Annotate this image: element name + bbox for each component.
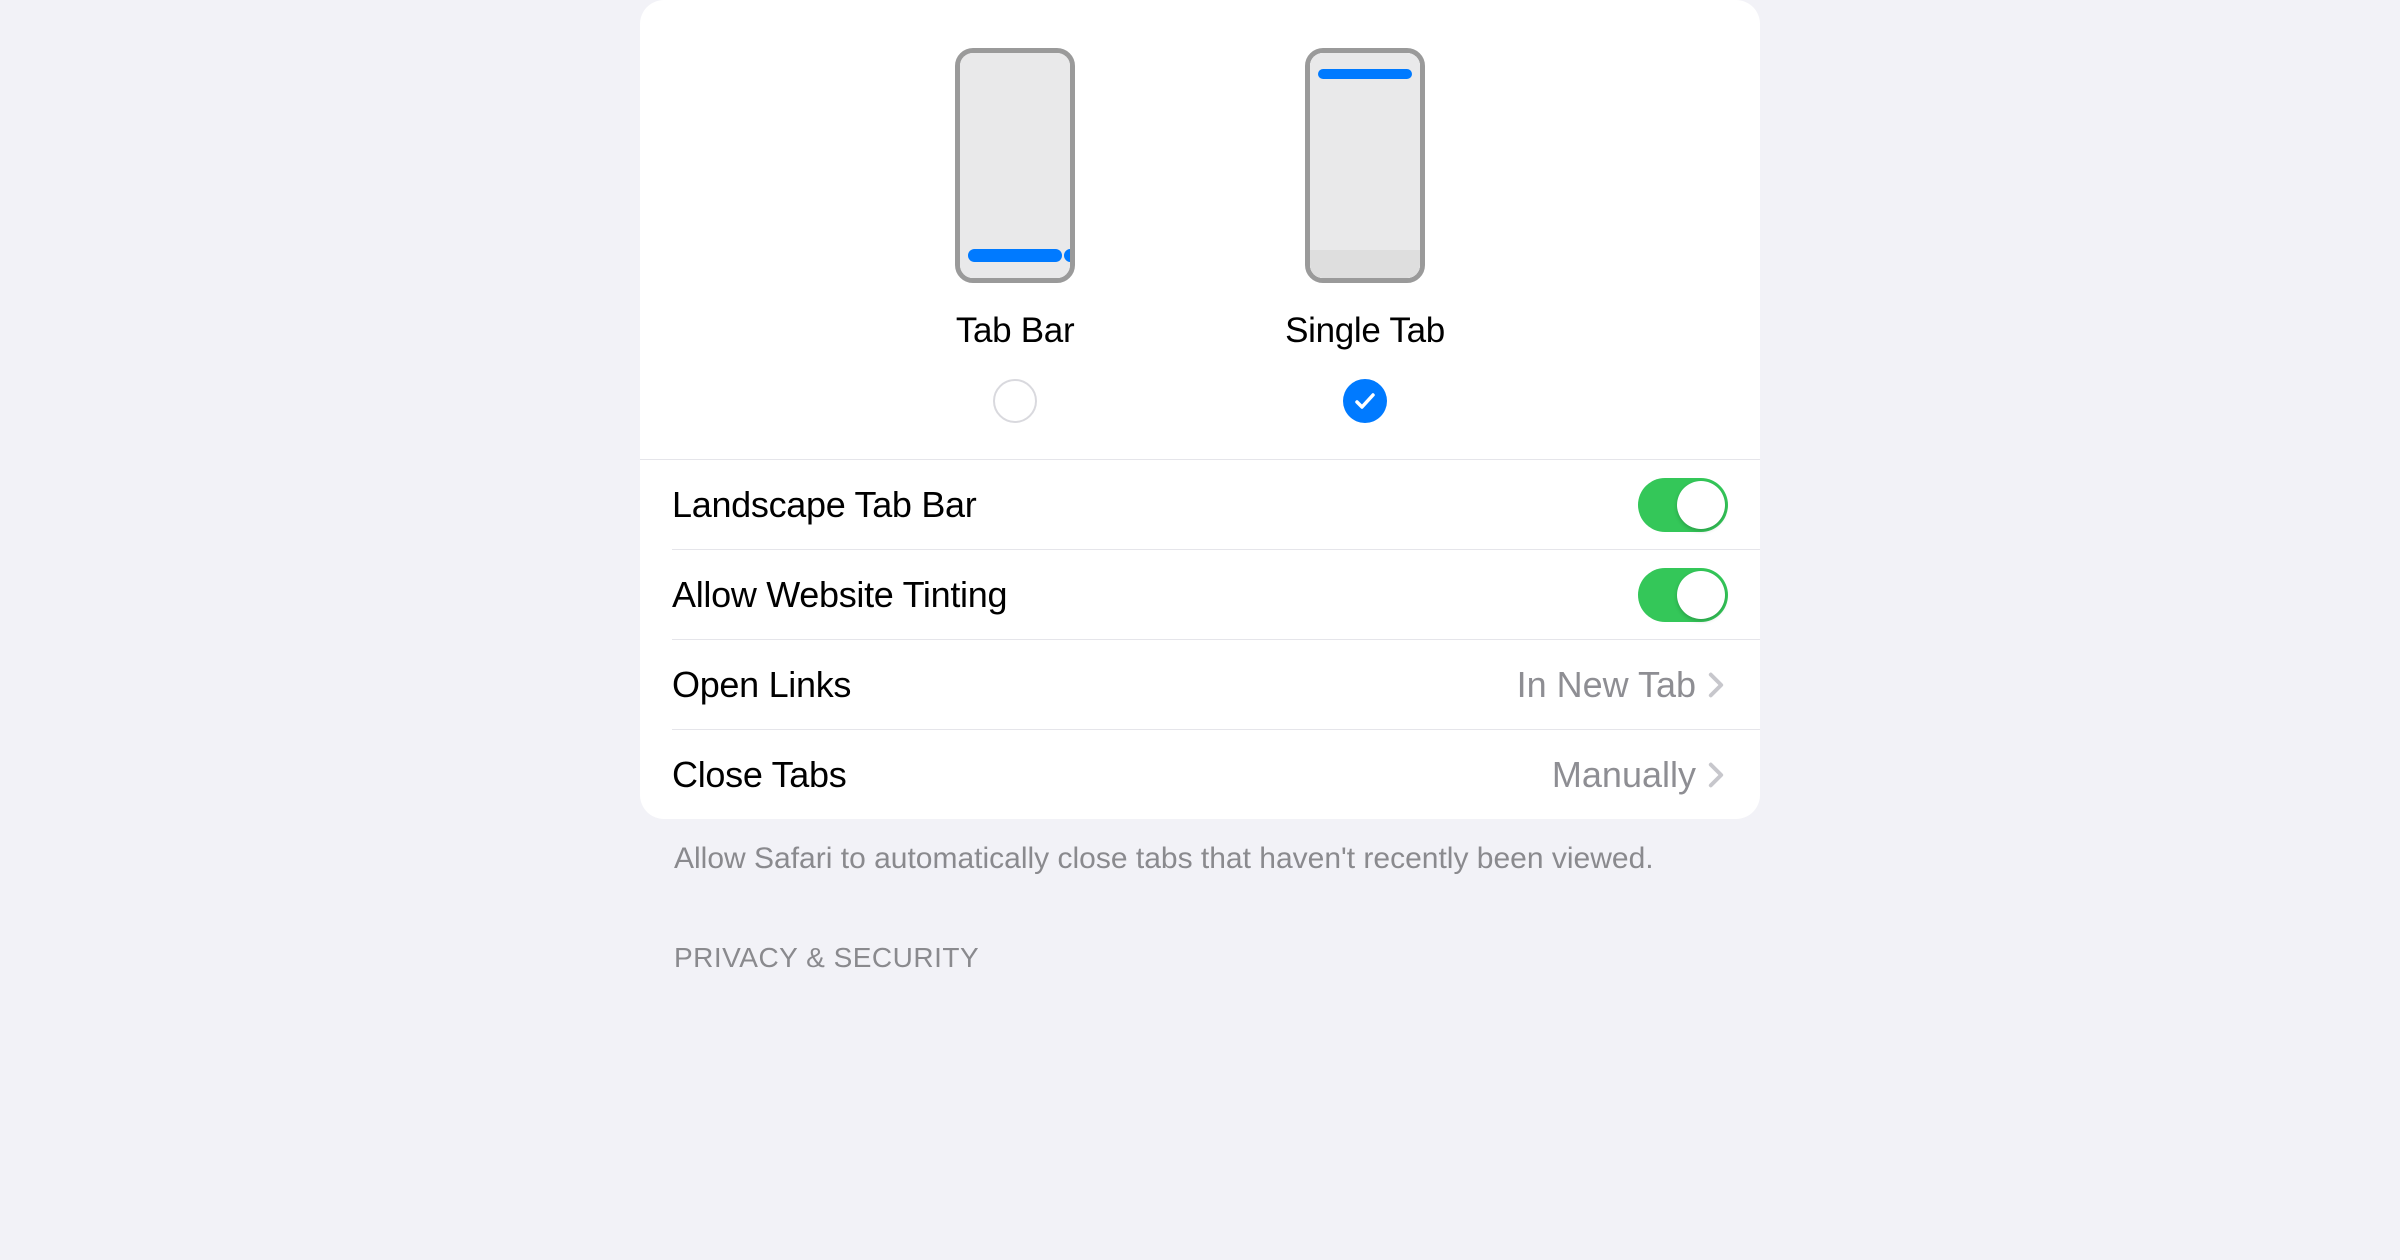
tab-layout-selector: Tab Bar Single Tab [640,0,1760,459]
phone-preview-tab-bar-icon [955,48,1075,283]
chevron-right-icon [1704,763,1728,787]
tabs-settings-card: Tab Bar Single Tab [640,0,1760,819]
setting-label: Allow Website Tinting [672,574,1007,616]
layout-option-tab-bar[interactable]: Tab Bar [955,48,1075,423]
layout-option-single-tab[interactable]: Single Tab [1285,48,1445,423]
setting-label: Close Tabs [672,754,846,796]
phone-preview-single-tab-icon [1305,48,1425,283]
section-header-privacy-security: PRIVACY & SECURITY [640,880,1760,974]
toggle-allow-website-tinting[interactable] [1638,568,1728,622]
setting-row-landscape-tab-bar: Landscape Tab Bar [640,459,1760,549]
setting-row-allow-website-tinting: Allow Website Tinting [672,549,1760,639]
toggle-landscape-tab-bar[interactable] [1638,478,1728,532]
setting-row-close-tabs[interactable]: Close Tabs Manually [672,729,1760,819]
radio-unchecked-icon[interactable] [993,379,1037,423]
layout-option-label: Single Tab [1285,311,1445,351]
chevron-right-icon [1704,673,1728,697]
radio-checked-icon[interactable] [1343,379,1387,423]
close-tabs-footer-note: Allow Safari to automatically close tabs… [640,819,1760,880]
setting-value: In New Tab [1517,664,1696,706]
setting-value: Manually [1552,754,1696,796]
setting-row-open-links[interactable]: Open Links In New Tab [672,639,1760,729]
layout-option-label: Tab Bar [956,311,1075,351]
setting-label: Open Links [672,664,851,706]
setting-label: Landscape Tab Bar [672,484,976,526]
